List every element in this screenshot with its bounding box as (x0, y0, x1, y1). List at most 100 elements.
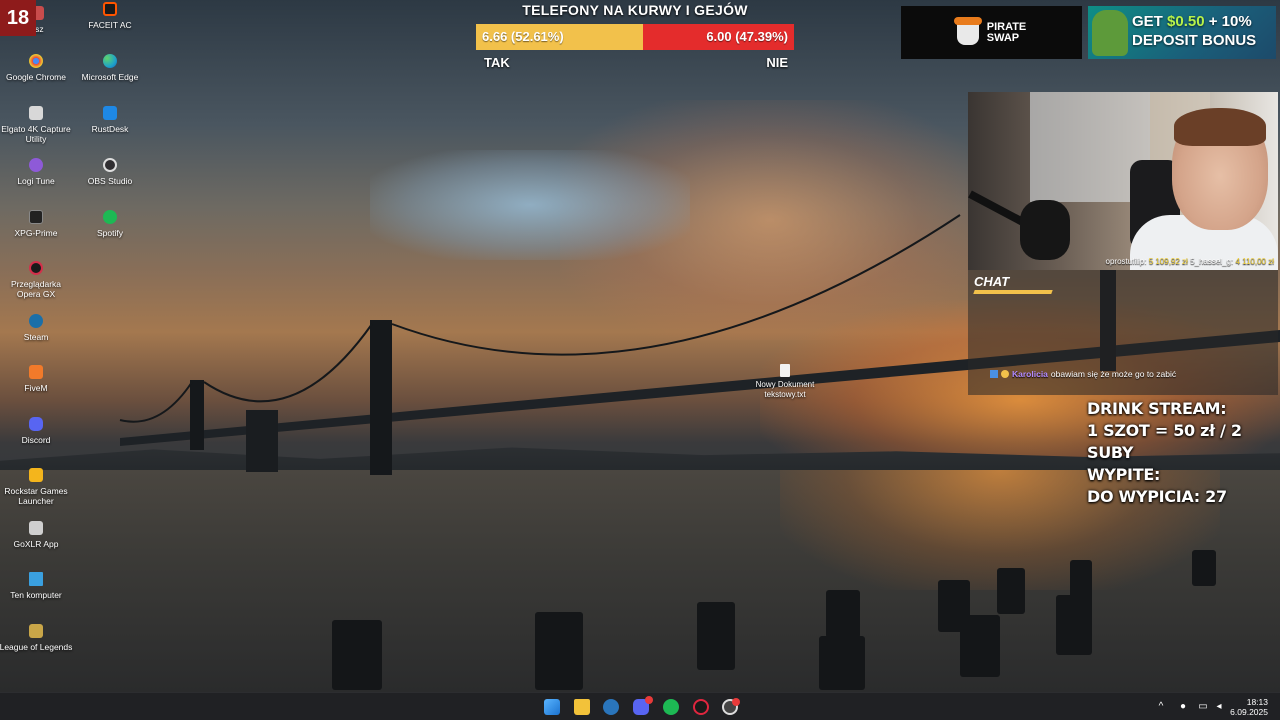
desktop-icon-label: RustDesk (91, 124, 129, 134)
drink-line-title: DRINK STREAM: (1087, 399, 1227, 418)
wallpaper-piling (535, 612, 583, 690)
mascot-character-icon (1092, 10, 1128, 56)
poll-yes-segment: 6.66 (52.61%) (476, 24, 644, 50)
chat-title-underline (973, 290, 1053, 294)
donor-amount: 5 109,92 zł (1148, 257, 1188, 266)
chat-username: Karolicia (1012, 369, 1048, 379)
drink-stream-info: DRINK STREAM: 1 SZOT = 50 zł / 2 SUBY WY… (1087, 398, 1277, 508)
desktop-icon-label: Nowy Dokument tekstowy.txt (755, 380, 815, 399)
taskbar: ^ ● ▭ ◂ 18:13 6.09.2025 (0, 692, 1280, 720)
desktop-icon-discord[interactable]: Discord (0, 417, 73, 445)
wallpaper-piling (819, 636, 865, 690)
desktop-icon-label: Spotify (97, 228, 123, 238)
xpg-icon (29, 210, 43, 224)
drink-line-remaining: DO WYPICIA: 27 (1087, 487, 1227, 506)
wallpaper-piling (997, 568, 1025, 614)
desktop-icon-goxlr[interactable]: GoXLR App (0, 521, 73, 549)
rockstar-icon (29, 468, 43, 482)
volume-icon[interactable]: ◂ (1214, 701, 1224, 713)
desktop-icon-label: Discord (21, 435, 51, 445)
desktop-icon-label: OBS Studio (87, 176, 133, 186)
discord-taskbar-button[interactable] (633, 696, 653, 715)
poll-overlay: TELEFONY NA KURWY I GEJÓW 6.66 (52.61%) … (476, 0, 794, 76)
desktop-icon-label: Ten komputer (10, 590, 62, 600)
desktop-icon-label: FACEIT AC (88, 20, 132, 30)
desktop-icon-rustdesk[interactable]: RustDesk (73, 106, 147, 134)
obs-taskbar-button[interactable] (722, 698, 740, 715)
desktop-icon-label: Microsoft Edge (81, 72, 139, 82)
spotify-taskbar-button[interactable] (663, 699, 679, 715)
drink-line-drunk: WYPITE: (1087, 465, 1161, 484)
bonus-get: GET (1132, 13, 1168, 30)
notification-badge (645, 696, 653, 704)
bonus-line2: DEPOSIT BONUS (1132, 32, 1257, 49)
desktop-icon-this-pc[interactable]: Ten komputer (0, 572, 73, 600)
donor-name: oprostufilip: (1105, 257, 1147, 266)
desktop-icon-label: FiveM (24, 383, 48, 393)
desktop-icon-obs[interactable]: OBS Studio (73, 158, 147, 186)
clock-time: 18:13 (1246, 697, 1268, 707)
bonus-headline: GET $0.50 + 10% DEPOSIT BONUS (1132, 12, 1256, 50)
wallpaper-piling (1070, 560, 1092, 602)
wallpaper-piling (332, 620, 382, 690)
top-donations: oprostufilip: 5 109,92 zł 5_hassel_g: 4 … (968, 257, 1278, 270)
chevron-up-icon[interactable]: ^ (1156, 701, 1166, 713)
microphone-icon[interactable]: ● (1178, 701, 1188, 713)
deposit-bonus-ad[interactable]: GET $0.50 + 10% DEPOSIT BONUS (1088, 6, 1276, 59)
desktop-icon-label: XPG-Prime (14, 228, 58, 238)
desktop-icon-label: Steam (23, 332, 49, 342)
desktop-icon-xpg-prime[interactable]: XPG-Prime (0, 210, 73, 238)
donor-name: 5_hassel_g: (1190, 257, 1234, 266)
taskbar-clock[interactable]: 18:13 6.09.2025 (1230, 697, 1268, 717)
desktop-icon-opera-gx[interactable]: Przeglądarka Opera GX (0, 261, 73, 299)
desktop-icon-elgato[interactable]: Elgato 4K Capture Utility (0, 106, 73, 144)
logi-icon (29, 158, 43, 172)
desktop-icon-label: Rockstar Games Launcher (4, 486, 68, 506)
chat-title: CHAT (974, 274, 1010, 289)
clock-date: 6.09.2025 (1230, 707, 1268, 717)
desktop-icon-logi-tune[interactable]: Logi Tune (0, 158, 73, 186)
start-button[interactable] (544, 699, 560, 715)
desktop-icon-label: Przeglądarka Opera GX (10, 279, 62, 299)
desktop-icon-chrome[interactable]: Google Chrome (0, 54, 73, 82)
notification-badge (732, 698, 740, 706)
bonus-percent: + 10% (1204, 13, 1252, 30)
chat-message: Karolicia obawiam się że może go to zabi… (990, 369, 1176, 379)
pirateswap-line1: PIRATE (986, 20, 1027, 33)
chrome-icon (29, 54, 43, 68)
opera-taskbar-button[interactable] (693, 699, 709, 715)
desktop-icon-grid: asz Google Chrome Elgato 4K Capture Util… (0, 0, 150, 692)
desktop-icon-faceit[interactable]: FACEIT AC (73, 2, 147, 30)
desktop-icon-league[interactable]: League of Legends (0, 624, 73, 652)
chat-badge-icon (990, 370, 998, 378)
desktop-icon-fivem[interactable]: FiveM (0, 365, 73, 393)
pirate-skull-icon (953, 16, 982, 45)
poll-no-segment: 6.00 (47.39%) (643, 24, 794, 50)
desktop-icon-edge[interactable]: Microsoft Edge (73, 54, 147, 82)
lol-icon (29, 624, 43, 638)
file-explorer-button[interactable] (574, 699, 590, 715)
drink-line-price: 1 SZOT = 50 zł / 2 SUBY (1087, 421, 1242, 462)
desktop-icon-text-file[interactable]: Nowy Dokument tekstowy.txt (748, 364, 822, 400)
chat-text: obawiam się że może go to zabić (1050, 369, 1177, 379)
network-icon[interactable]: ▭ (1198, 701, 1208, 713)
computer-icon (29, 572, 43, 586)
donor-amount: 4 110,00 zł (1235, 257, 1274, 266)
desktop-icon-label: Google Chrome (5, 72, 66, 82)
desktop-icon-spotify[interactable]: Spotify (73, 210, 147, 238)
pirateswap-ad[interactable]: PIRATE SWAP (901, 6, 1082, 59)
poll-yes-label: TAK (484, 55, 510, 70)
wallpaper-piling (1056, 595, 1092, 655)
desktop-icon-label: League of Legends (0, 642, 73, 652)
desktop-icon-steam[interactable]: Steam (0, 314, 73, 342)
desktop-icon-label: Logi Tune (17, 176, 55, 186)
elgato-icon (29, 106, 43, 120)
fivem-icon (29, 365, 43, 379)
webcam-person-hair (1174, 108, 1266, 146)
desktop-icon-rockstar[interactable]: Rockstar Games Launcher (0, 468, 73, 506)
steam-taskbar-button[interactable] (603, 699, 619, 715)
opera-gx-icon (29, 261, 43, 275)
poll-bar: 6.66 (52.61%) 6.00 (47.39%) (476, 24, 794, 50)
spotify-icon (103, 210, 117, 224)
text-file-icon (780, 364, 790, 377)
